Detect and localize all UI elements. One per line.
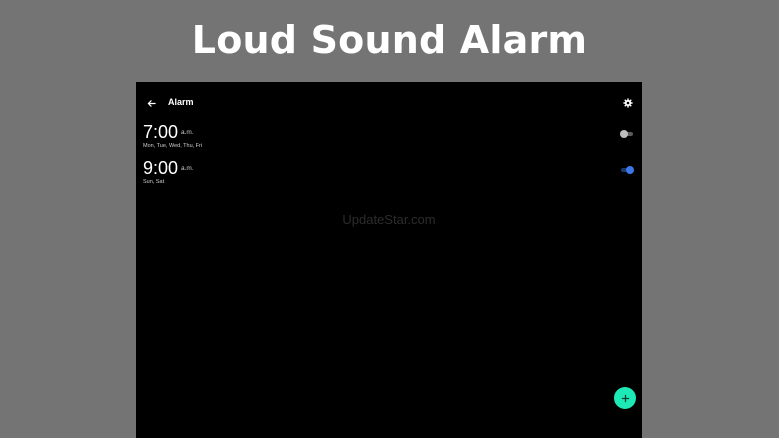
watermark: UpdateStar.com: [342, 212, 436, 227]
alarm-ampm: a.m.: [181, 129, 194, 136]
settings-button[interactable]: [622, 97, 634, 109]
alarm-toggle[interactable]: [620, 129, 634, 139]
app-bar: Alarm: [136, 82, 642, 126]
alarm-days: Mon, Tue, Wed, Thu, Fri: [143, 143, 203, 149]
alarm-item[interactable]: 7:00 a.m. Mon, Tue, Wed, Thu, Fri: [136, 122, 642, 158]
alarm-toggle[interactable]: [620, 165, 634, 175]
arrow-left-icon: [147, 99, 156, 107]
add-alarm-button[interactable]: [614, 387, 636, 409]
alarm-ampm: a.m.: [181, 165, 194, 172]
toggle-thumb: [626, 166, 634, 174]
alarm-time: 9:00: [143, 158, 179, 178]
alarm-time: 7:00: [143, 122, 179, 142]
alarm-item[interactable]: 9:00 a.m. Sun, Sat: [136, 158, 642, 194]
toggle-thumb: [620, 130, 628, 138]
app-title: Alarm: [168, 97, 194, 107]
alarm-app-screen: Alarm 7:00 a.m. Mon, Tue, Wed, Thu, Fri …: [136, 82, 642, 438]
back-button[interactable]: [144, 96, 158, 110]
alarm-days: Sun, Sat: [143, 179, 165, 185]
banner-title: Loud Sound Alarm: [191, 18, 588, 62]
plus-icon: [621, 394, 629, 402]
gear-icon: [623, 98, 633, 108]
